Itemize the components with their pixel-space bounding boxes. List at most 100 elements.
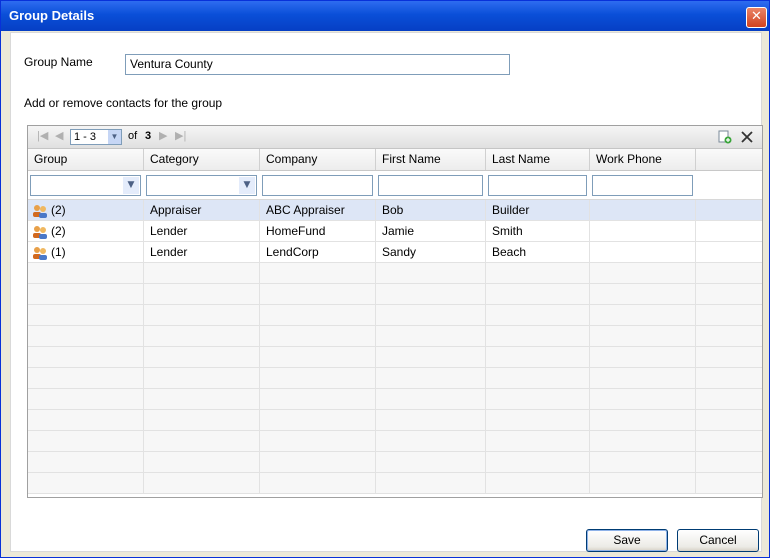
- chevron-down-icon: ▼: [123, 177, 139, 194]
- cell-group: [28, 431, 144, 451]
- column-header-group[interactable]: Group: [28, 149, 144, 170]
- cell-category: [144, 368, 260, 388]
- column-header-first-name[interactable]: First Name: [376, 149, 486, 170]
- last-name-value: Smith: [492, 224, 523, 238]
- empty-row: [28, 326, 762, 347]
- cell-first-name: [376, 305, 486, 325]
- cell-category: Appraiser: [144, 200, 260, 220]
- cell-group: [28, 410, 144, 430]
- cell-work-phone: [590, 242, 696, 262]
- cell-work-phone: [590, 347, 696, 367]
- cell-category: [144, 389, 260, 409]
- company-value: HomeFund: [266, 224, 326, 238]
- column-header-last-name[interactable]: Last Name: [486, 149, 590, 170]
- cell-first-name: [376, 389, 486, 409]
- cell-last-name: [486, 347, 590, 367]
- category-value: Lender: [150, 224, 188, 238]
- cell-category: [144, 452, 260, 472]
- cell-company: [260, 284, 376, 304]
- empty-row: [28, 263, 762, 284]
- cell-work-phone: [590, 221, 696, 241]
- instructions-text: Add or remove contacts for the group: [24, 96, 223, 110]
- page-of-label: of: [128, 130, 138, 142]
- first-name-filter-input[interactable]: [378, 175, 483, 196]
- cell-last-name: [486, 326, 590, 346]
- group-details-dialog: Group Details ✕ Group Name Ventura Count…: [0, 0, 770, 558]
- table-row[interactable]: (2) Appraiser ABC Appraiser Bob Builder: [28, 200, 762, 221]
- group-filter-select[interactable]: ▼: [30, 175, 141, 196]
- last-name-filter-input[interactable]: [488, 175, 587, 196]
- last-name-value: Builder: [492, 203, 530, 217]
- cell-company: [260, 473, 376, 493]
- cell-company: [260, 431, 376, 451]
- cell-first-name: Jamie: [376, 221, 486, 241]
- cell-last-name: [486, 305, 590, 325]
- cell-company: ABC Appraiser: [260, 200, 376, 220]
- cell-category: [144, 284, 260, 304]
- save-button[interactable]: Save: [586, 529, 668, 552]
- cell-work-phone: [590, 368, 696, 388]
- grid-header: Group Category Company First Name Last N…: [28, 149, 762, 171]
- column-header-category[interactable]: Category: [144, 149, 260, 170]
- cell-last-name: [486, 263, 590, 283]
- column-header-company[interactable]: Company: [260, 149, 376, 170]
- prev-page-icon[interactable]: ◀: [55, 129, 63, 142]
- cell-group: [28, 389, 144, 409]
- cell-first-name: [376, 410, 486, 430]
- remove-contact-icon[interactable]: [740, 130, 754, 144]
- dialog-title: Group Details: [9, 8, 95, 23]
- first-name-value: Jamie: [382, 224, 415, 238]
- group-value: (2): [51, 224, 66, 238]
- empty-row: [28, 473, 762, 494]
- page-range-select[interactable]: 1 - 3 ▼: [70, 129, 122, 145]
- page-total: 3: [145, 130, 152, 142]
- cell-work-phone: [590, 326, 696, 346]
- table-row[interactable]: (1) Lender LendCorp Sandy Beach: [28, 242, 762, 263]
- empty-row: [28, 305, 762, 326]
- cancel-button[interactable]: Cancel: [677, 529, 759, 552]
- group-people-icon: [33, 204, 47, 218]
- cell-category: [144, 326, 260, 346]
- add-contact-icon[interactable]: [718, 130, 732, 144]
- cell-first-name: [376, 473, 486, 493]
- cell-company: [260, 410, 376, 430]
- last-page-icon[interactable]: ▶|: [175, 129, 186, 142]
- company-filter-input[interactable]: [262, 175, 373, 196]
- empty-row: [28, 368, 762, 389]
- close-icon: ✕: [751, 9, 762, 24]
- cell-company: [260, 368, 376, 388]
- last-name-value: Beach: [492, 245, 527, 259]
- cell-company: [260, 263, 376, 283]
- title-bar[interactable]: Group Details ✕: [1, 1, 769, 31]
- column-header-work-phone[interactable]: Work Phone: [590, 149, 696, 170]
- cell-company: [260, 452, 376, 472]
- cell-group: [28, 473, 144, 493]
- cell-work-phone: [590, 263, 696, 283]
- group-name-label: Group Name: [24, 55, 93, 69]
- cell-group: (2): [28, 200, 144, 220]
- cell-first-name: Bob: [376, 200, 486, 220]
- empty-row: [28, 410, 762, 431]
- cell-category: [144, 347, 260, 367]
- work-phone-filter-input[interactable]: [592, 175, 693, 196]
- next-page-icon[interactable]: ▶: [159, 129, 167, 142]
- cell-group: [28, 284, 144, 304]
- cell-work-phone: [590, 410, 696, 430]
- cell-category: [144, 431, 260, 451]
- table-row[interactable]: (2) Lender HomeFund Jamie Smith: [28, 221, 762, 242]
- category-value: Appraiser: [150, 203, 202, 217]
- first-page-icon[interactable]: |◀: [37, 129, 48, 142]
- contacts-grid: |◀ ◀ 1 - 3 ▼ of 3 ▶ ▶| Group Category Co…: [27, 125, 763, 498]
- first-name-value: Sandy: [382, 245, 417, 259]
- close-button[interactable]: ✕: [746, 7, 767, 28]
- cell-group: [28, 305, 144, 325]
- cell-group: [28, 452, 144, 472]
- category-filter-select[interactable]: ▼: [146, 175, 257, 196]
- filter-row: ▼ ▼: [28, 171, 762, 200]
- group-name-input[interactable]: Ventura County: [125, 54, 510, 75]
- dialog-body: Group Name Ventura County Add or remove …: [10, 32, 763, 552]
- empty-row: [28, 284, 762, 305]
- cell-work-phone: [590, 452, 696, 472]
- cell-last-name: [486, 431, 590, 451]
- group-value: (1): [51, 245, 66, 259]
